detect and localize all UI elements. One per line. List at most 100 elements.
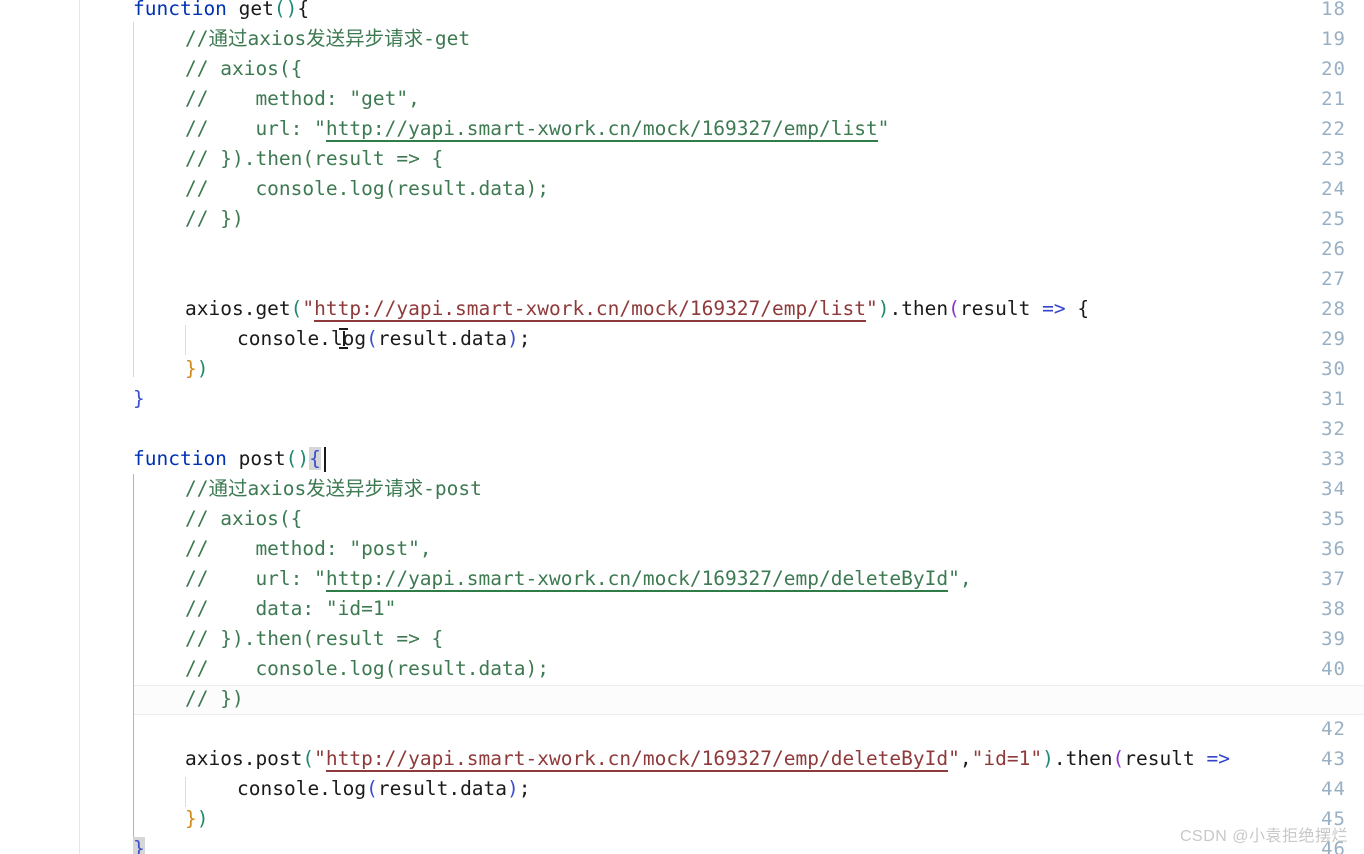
semicolon: ; [518,777,531,800]
comment-text: method: "get", [208,87,420,110]
string-quote: " [314,747,326,770]
comment-text [208,687,220,710]
arrow-operator: => [1042,297,1066,320]
comment-text [208,627,220,650]
code-line-18[interactable]: function get(){ [133,0,309,24]
callback-param: result [1124,747,1195,770]
result-data-expr: result.data [377,327,508,350]
code-line-22[interactable]: // url: "http://yapi.smart-xwork.cn/mock… [133,114,889,144]
comment-text: " [877,117,890,140]
comment-text: }) [220,687,244,710]
comment-text: }).then(result => { [220,147,444,170]
comment-text [208,207,220,230]
code-line-19[interactable]: //通过axios发送异步请求-get [133,24,470,54]
comment-text: // axios({ [185,507,303,530]
code-editor[interactable]: 18 19 20 21 22 23 24 25 26 27 28 29 30 31 32 33 34 35 36 37… [0,0,1364,854]
comment-text: //通过axios发送异步请求-get [185,27,471,50]
code-line-25[interactable]: // }) [133,204,244,234]
paren-open: ( [290,297,303,320]
comment-url-link[interactable]: http://yapi.smart-xwork.cn/mock/169327/e… [325,117,878,142]
paren-close: ) [507,327,519,350]
result-data-expr: result.data [377,777,508,800]
comma: , [959,747,972,770]
comment-text: method: "post", [208,537,432,560]
code-line-24[interactable]: // console.log(result.data); [133,174,549,204]
paren-open: ( [948,297,960,320]
comment-text: // [185,627,209,650]
code-line-36[interactable]: // method: "post", [133,534,432,564]
paren-close: ) [1042,747,1054,770]
string-id-arg: "id=1" [971,747,1043,770]
code-line-45[interactable]: }) [133,804,209,834]
paren-open: ( [273,0,286,20]
comment-text: // [185,657,209,680]
code-line-20[interactable]: // axios({ [133,54,302,84]
code-line-21[interactable]: // method: "get", [133,84,420,114]
code-line-41[interactable]: // }) [133,684,244,714]
paren-open: ( [302,747,315,770]
code-line-43[interactable]: axios.post("http://yapi.smart-xwork.cn/m… [133,744,1230,774]
comment-text: // [185,537,209,560]
brace-close: } [185,357,197,380]
code-line-35[interactable]: // axios({ [133,504,302,534]
axios-get-call: axios.get [185,297,291,320]
code-content[interactable]: function get(){ //通过axios发送异步请求-get // a… [0,0,1364,854]
function-name-post: post [226,447,286,470]
then-call: .then [889,297,949,320]
paren-open: ( [1112,747,1125,770]
code-line-28[interactable]: axios.get("http://yapi.smart-xwork.cn/mo… [133,294,1089,324]
comment-text: url: " [208,117,326,140]
brace-close-matched: } [133,837,145,854]
comment-text: // [185,117,209,140]
comment-text: }) [220,207,244,230]
then-call: .then [1053,747,1113,770]
comment-text: data: "id=1" [208,597,397,620]
code-line-33[interactable]: function post(){ [133,444,321,474]
code-line-37[interactable]: // url: "http://yapi.smart-xwork.cn/mock… [133,564,972,594]
comment-text: ", [948,567,972,590]
code-line-31[interactable]: } [133,384,145,414]
paren-close: ) [507,777,519,800]
brace-close: } [133,387,145,410]
code-line-29[interactable]: console.log(result.data); [133,324,531,354]
paren-close: ) [877,297,890,320]
comment-url-link[interactable]: http://yapi.smart-xwork.cn/mock/169327/e… [325,567,949,592]
paren-open: ( [366,777,378,800]
comment-text: }).then(result => { [220,627,444,650]
paren-close: ) [297,447,310,470]
semicolon: ; [518,327,531,350]
comment-text: // [185,567,209,590]
code-line-44[interactable]: console.log(result.data); [133,774,531,804]
comment-text [208,147,220,170]
string-url-post[interactable]: http://yapi.smart-xwork.cn/mock/169327/e… [325,747,949,772]
keyword-function: function [133,0,227,20]
console-log-call: console.log [237,777,367,800]
paren-close: ) [196,357,209,380]
code-line-46[interactable]: } [133,834,145,854]
comment-text: // [185,597,209,620]
paren-open: ( [366,327,378,350]
comment-text: // [185,87,209,110]
code-line-23[interactable]: // }).then(result => { [133,144,443,174]
paren-open: ( [285,447,298,470]
comment-text: // axios({ [185,57,303,80]
string-quote: " [302,297,315,320]
brace-open-matched: { [309,447,321,470]
code-line-34[interactable]: //通过axios发送异步请求-post [133,474,482,504]
code-line-38[interactable]: // data: "id=1" [133,594,396,624]
keyword-function: function [133,447,227,470]
axios-post-call: axios.post [185,747,303,770]
code-line-39[interactable]: // }).then(result => { [133,624,443,654]
comment-text: // [185,177,209,200]
arrow-operator: => [1206,747,1230,770]
paren-close: ) [285,0,298,20]
code-line-30[interactable]: }) [133,354,209,384]
paren-close: ) [196,807,209,830]
string-url-get[interactable]: http://yapi.smart-xwork.cn/mock/169327/e… [314,297,866,322]
code-line-40[interactable]: // console.log(result.data); [133,654,549,684]
mouse-ibeam-cursor [339,328,348,349]
comment-text: // [185,207,209,230]
callback-param: result [959,297,1031,320]
